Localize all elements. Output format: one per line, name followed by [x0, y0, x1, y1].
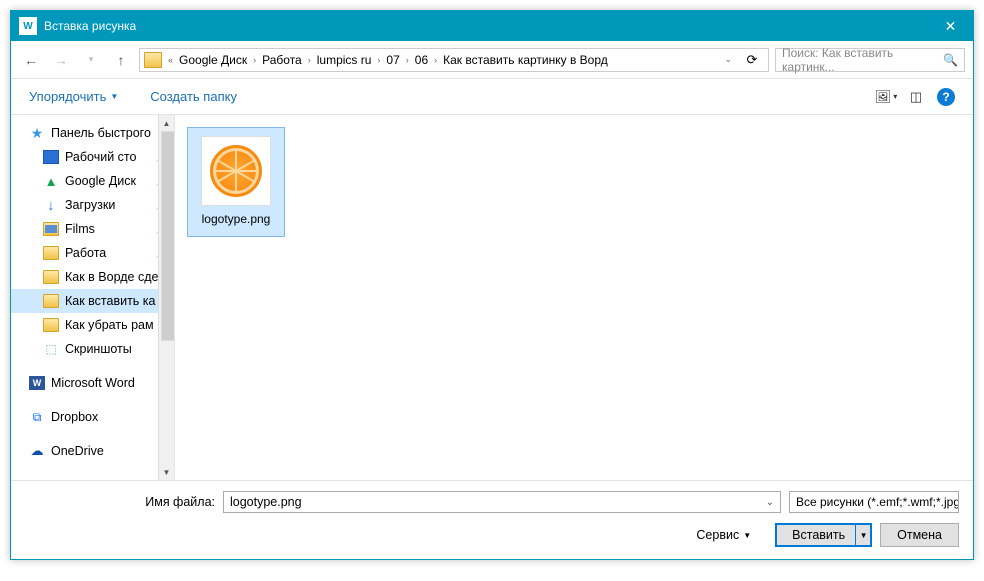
folder-icon: [43, 246, 59, 260]
chevron-down-icon[interactable]: ⌄: [722, 54, 734, 65]
sidebar-dropbox[interactable]: ⧉Dropbox: [11, 405, 174, 429]
crumb-gdrive[interactable]: Google Диск: [175, 53, 251, 67]
filetype-filter[interactable]: Все рисунки (*.emf;*.wmf;*.jpg ⌄: [789, 491, 959, 513]
scroll-up-icon[interactable]: ▲: [159, 115, 174, 131]
chevron-icon: ›: [404, 55, 411, 65]
dialog-body: ★Панель быстрого Рабочий сто📌 ▲Google Ди…: [11, 115, 973, 480]
chevron-icon: ›: [432, 55, 439, 65]
search-placeholder: Поиск: Как вставить картинк...: [782, 46, 943, 74]
sidebar-folder-1[interactable]: Как в Ворде сде: [11, 265, 174, 289]
sidebar-desktop[interactable]: Рабочий сто📌: [11, 145, 174, 169]
folder-icon: [43, 294, 59, 308]
folder-icon: [43, 318, 59, 332]
toolbar: Упорядочить▼ Создать папку 🖼 ◫ ?: [11, 79, 973, 115]
crumb-lumpics[interactable]: lumpics ru: [313, 53, 376, 67]
forward-button[interactable]: →: [49, 48, 73, 72]
films-icon: [43, 222, 59, 236]
word-app-icon: W: [19, 17, 37, 35]
orange-slice-icon: [210, 145, 262, 197]
up-button[interactable]: ↑: [109, 48, 133, 72]
sidebar-work[interactable]: Работа📌: [11, 241, 174, 265]
sidebar-scrollbar[interactable]: ▲ ▼: [158, 115, 174, 480]
sidebar-screenshots[interactable]: ⬚Скриншоты: [11, 337, 174, 361]
dialog-footer: Имя файла: logotype.png ⌄ Все рисунки (*…: [11, 480, 973, 559]
sidebar-msword[interactable]: WMicrosoft Word: [11, 371, 174, 395]
download-icon: ↓: [43, 198, 59, 212]
nav-row: ← → ▾ ↑ « Google Диск › Работа › lumpics…: [11, 41, 973, 79]
file-name: logotype.png: [202, 212, 271, 226]
screenshot-icon: ⬚: [43, 342, 59, 356]
chevron-icon: ›: [375, 55, 382, 65]
onedrive-icon: ☁: [29, 444, 45, 458]
insert-button[interactable]: Вставить ▼: [775, 523, 872, 547]
recent-dropdown[interactable]: ▾: [79, 48, 103, 72]
filename-label: Имя файла:: [25, 495, 215, 509]
filename-input[interactable]: logotype.png ⌄: [223, 491, 781, 513]
sidebar-quick-access[interactable]: ★Панель быстрого: [11, 121, 174, 145]
dropbox-icon: ⧉: [29, 410, 45, 424]
desktop-icon: [43, 150, 59, 164]
file-thumbnail: [201, 136, 271, 206]
sidebar-folder-current[interactable]: Как вставить ка: [11, 289, 174, 313]
sidebar-downloads[interactable]: ↓Загрузки📌: [11, 193, 174, 217]
file-pane[interactable]: logotype.png: [175, 115, 973, 480]
crumb-current[interactable]: Как вставить картинку в Ворд: [439, 53, 612, 67]
titlebar: W Вставка рисунка ✕: [11, 11, 973, 41]
refresh-button[interactable]: ⟳: [740, 48, 764, 72]
chevron-down-icon[interactable]: ⌄: [766, 497, 774, 508]
file-item-selected[interactable]: logotype.png: [187, 127, 285, 237]
chevron-down-icon: ▼: [110, 92, 118, 101]
word-icon: W: [29, 376, 45, 390]
cancel-button[interactable]: Отмена: [880, 523, 959, 547]
new-folder-button[interactable]: Создать папку: [144, 85, 243, 108]
crumb-06[interactable]: 06: [411, 53, 432, 67]
window-title: Вставка рисунка: [44, 19, 928, 33]
view-mode-button[interactable]: 🖼: [871, 85, 901, 109]
crumb-work[interactable]: Работа: [258, 53, 306, 67]
insert-dropdown[interactable]: ▼: [855, 524, 871, 546]
sidebar-folder-3[interactable]: Как убрать рам: [11, 313, 174, 337]
sidebar: ★Панель быстрого Рабочий сто📌 ▲Google Ди…: [11, 115, 175, 480]
sidebar-gdrive[interactable]: ▲Google Диск📌: [11, 169, 174, 193]
service-button[interactable]: Сервис ▼: [696, 528, 751, 542]
preview-pane-button[interactable]: ◫: [901, 85, 931, 109]
scroll-thumb[interactable]: [161, 131, 175, 341]
sidebar-films[interactable]: Films📌: [11, 217, 174, 241]
chevron-icon: ›: [251, 55, 258, 65]
scroll-down-icon[interactable]: ▼: [159, 464, 174, 480]
chevron-icon: ›: [306, 55, 313, 65]
back-button[interactable]: ←: [19, 48, 43, 72]
address-bar[interactable]: « Google Диск › Работа › lumpics ru › 07…: [139, 48, 769, 72]
gdrive-icon: ▲: [43, 174, 59, 188]
dialog-window: W Вставка рисунка ✕ ← → ▾ ↑ « Google Дис…: [10, 10, 974, 560]
star-icon: ★: [29, 126, 45, 140]
organize-button[interactable]: Упорядочить▼: [23, 85, 124, 108]
folder-icon: [144, 52, 162, 68]
search-input[interactable]: Поиск: Как вставить картинк... 🔍: [775, 48, 965, 72]
chevron-down-icon: ▼: [743, 531, 751, 540]
help-button[interactable]: ?: [931, 85, 961, 109]
crumb-07[interactable]: 07: [382, 53, 403, 67]
folder-icon: [43, 270, 59, 284]
crumb-prefix: «: [166, 55, 175, 65]
close-button[interactable]: ✕: [928, 11, 973, 41]
search-icon: 🔍: [943, 53, 958, 67]
sidebar-onedrive[interactable]: ☁OneDrive: [11, 439, 174, 463]
